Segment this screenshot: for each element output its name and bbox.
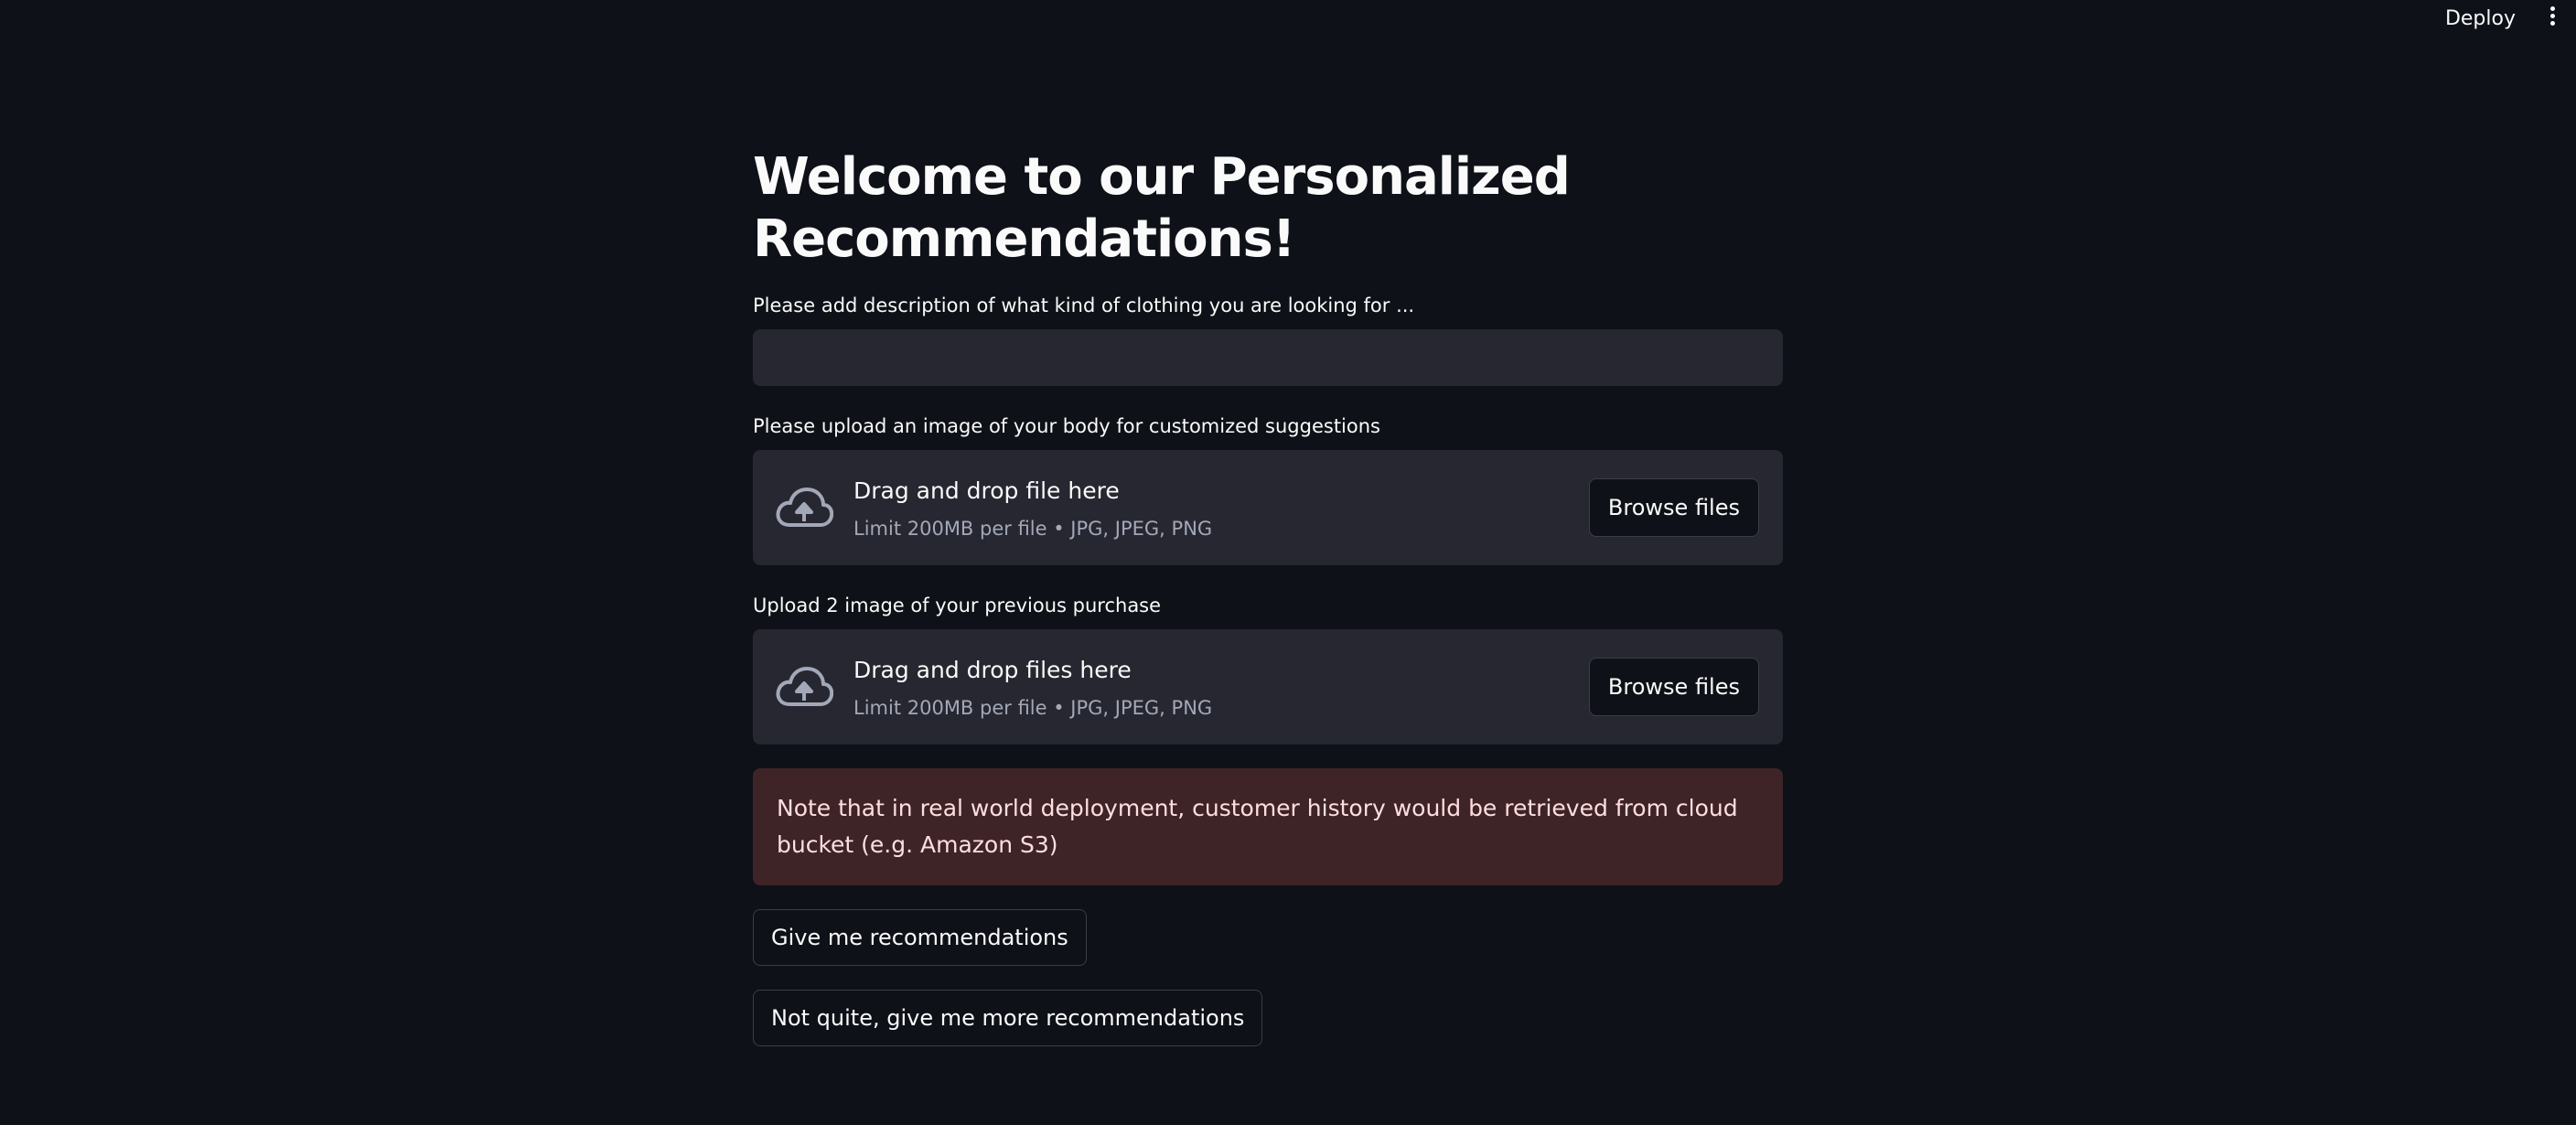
- more-recommendations-button[interactable]: Not quite, give me more recommendations: [753, 990, 1263, 1046]
- browse-files-button[interactable]: Browse files: [1588, 478, 1759, 537]
- dropzone-subtitle: Limit 200MB per file • JPG, JPEG, PNG: [853, 518, 1213, 540]
- top-header: Deploy: [0, 0, 2576, 40]
- cloud-upload-icon: [776, 488, 833, 527]
- description-label: Please add description of what kind of c…: [753, 295, 1415, 316]
- note-alert: Note that in real world deployment, cust…: [753, 768, 1783, 885]
- dropzone-title: Drag and drop file here: [853, 477, 1120, 504]
- dropzone-title: Drag and drop files here: [853, 657, 1132, 683]
- description-input[interactable]: [753, 329, 1783, 386]
- purchase-images-dropzone[interactable]: Drag and drop files here Limit 200MB per…: [753, 629, 1783, 745]
- main-content: Welcome to our Personalized Recommendati…: [753, 146, 1783, 1046]
- body-upload-label: Please upload an image of your body for …: [753, 415, 1380, 437]
- body-image-dropzone[interactable]: Drag and drop file here Limit 200MB per …: [753, 450, 1783, 565]
- dropzone-subtitle: Limit 200MB per file • JPG, JPEG, PNG: [853, 697, 1213, 719]
- page-title: Welcome to our Personalized Recommendati…: [753, 147, 1571, 269]
- give-recommendations-button[interactable]: Give me recommendations: [753, 909, 1087, 966]
- deploy-button[interactable]: Deploy: [2442, 5, 2519, 32]
- browse-files-button[interactable]: Browse files: [1588, 658, 1759, 716]
- kebab-menu-icon[interactable]: [2545, 4, 2560, 31]
- cloud-upload-icon: [776, 667, 833, 706]
- purchase-upload-label: Upload 2 image of your previous purchase: [753, 595, 1162, 616]
